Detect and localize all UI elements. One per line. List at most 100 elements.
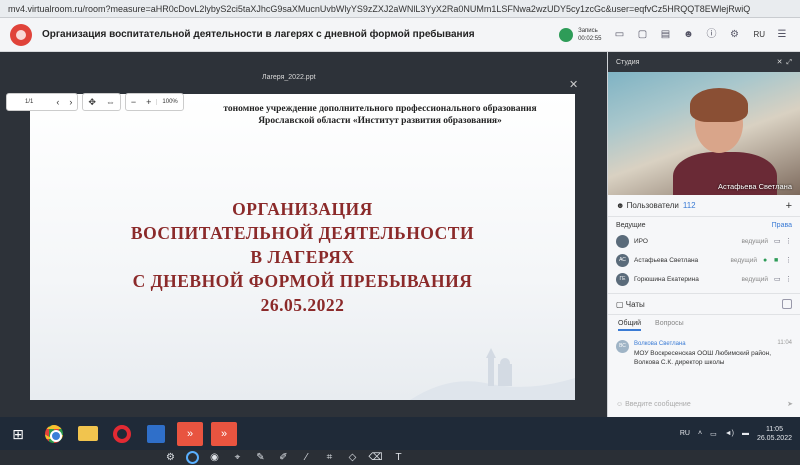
recording-label: Запись <box>578 27 598 34</box>
taskbar-chrome[interactable] <box>40 421 68 447</box>
mic-icon[interactable]: ● <box>763 257 770 264</box>
users-title: Пользователи <box>626 201 679 210</box>
video-feed[interactable]: Астафьева Светлана <box>608 72 800 195</box>
address-bar[interactable]: mv4.virtualroom.ru/room?measure=aHR0cDov… <box>0 0 800 18</box>
record-icon <box>559 27 574 42</box>
rights-link[interactable]: Права <box>772 222 792 229</box>
add-user-icon[interactable]: + <box>786 200 792 212</box>
tab-general[interactable]: Общий <box>618 320 642 331</box>
expand-icon[interactable]: ⤢ <box>786 59 792 66</box>
taskbar: ⊞ » » RU ˄ ▭ ◄) ▬ 11:05 26.05.2022 <box>0 417 800 450</box>
recording-time: 00:02:55 <box>578 35 602 42</box>
top-bar: Организация воспитательной деятельности … <box>0 18 800 52</box>
clock[interactable]: 11:05 26.05.2022 <box>757 425 792 443</box>
hamburger-menu-icon[interactable]: ☰ <box>776 29 788 40</box>
recording-indicator[interactable]: Запись 00:02:55 <box>559 27 601 43</box>
chat-icon[interactable]: ▢ <box>636 29 648 40</box>
hosts-section-label: Ведущие <box>616 222 646 229</box>
emoji-icon[interactable]: ☺ <box>616 401 625 408</box>
prev-slide-icon[interactable]: ‹ <box>51 97 64 107</box>
zoom-level: 100% <box>156 99 182 105</box>
user-row[interactable]: ГЕ Горюшина Екатерина ведущий ▭ ⋮ <box>608 270 800 289</box>
color-picker-icon[interactable] <box>186 451 199 464</box>
user-role: ведущий <box>730 257 757 264</box>
avatar: АС <box>616 254 629 267</box>
slide-title: ОРГАНИЗАЦИЯ ВОСПИТАТЕЛЬНОЙ ДЕЯТЕЛЬНОСТИ … <box>30 197 575 317</box>
taskbar-virtualroom[interactable]: » <box>176 421 204 447</box>
shape-icon[interactable]: ◇ <box>345 450 360 465</box>
chat-options-icon[interactable] <box>782 299 792 309</box>
message-text: МОУ Воскресенская ООШ Любимский район, В… <box>634 350 772 366</box>
institution-line-1: тономное учреждение дополнительного проф… <box>223 104 537 114</box>
layout-icon[interactable]: ▤ <box>659 29 671 40</box>
marker-icon[interactable]: ✐ <box>276 450 291 465</box>
move-icon[interactable]: ✥ <box>83 97 101 108</box>
clock-time: 11:05 <box>765 425 783 433</box>
fit-width-icon[interactable]: ⇔ <box>101 97 120 107</box>
user-row[interactable]: ИРО ведущий ▭ ⋮ <box>608 232 800 251</box>
settings-icon[interactable]: ⚙ <box>163 450 178 465</box>
slide-date: 26.05.2022 <box>260 295 345 315</box>
slide-title-line: С ДНЕВНОЙ ФОРМОЙ ПРЕБЫВАНИЯ <box>132 271 473 291</box>
camera-icon[interactable]: ■ <box>774 257 781 264</box>
slide-title-line: В ЛАГЕРЯХ <box>250 247 355 267</box>
users-icon[interactable]: ☻ <box>682 29 694 40</box>
more-icon[interactable]: ⋮ <box>785 257 792 264</box>
institution-line-2: Ярославской области «Институт развития о… <box>258 116 502 126</box>
eraser-icon[interactable]: ⌫ <box>368 450 383 465</box>
app-icon <box>147 424 165 443</box>
user-name: Горюшина Екатерина <box>634 276 699 283</box>
zoom-out-icon[interactable]: − <box>126 97 141 107</box>
user-row[interactable]: АС Астафьева Светлана ведущий ● ■ ⋮ <box>608 251 800 270</box>
pointer-icon[interactable]: ◉ <box>207 450 222 465</box>
chats-title: Чаты <box>625 299 645 309</box>
video-controls: ✕ ⤢ <box>777 58 792 67</box>
screen-icon[interactable]: ▭ <box>774 276 781 283</box>
avatar: ГЕ <box>616 273 629 286</box>
mic-off-icon[interactable]: ✕ <box>777 59 783 66</box>
more-icon[interactable]: ⋮ <box>785 238 792 245</box>
network-icon[interactable]: ▭ <box>710 430 717 438</box>
line-icon[interactable]: ⁄ <box>299 450 314 465</box>
user-name: ИРО <box>634 238 648 245</box>
zoom-in-icon[interactable]: + <box>141 97 156 107</box>
close-presentation-icon[interactable]: ✕ <box>569 78 578 91</box>
text-tool-icon[interactable]: T <box>391 450 406 465</box>
info-icon[interactable]: ⓘ <box>705 29 717 40</box>
battery-icon[interactable]: ▬ <box>742 430 749 437</box>
input-language[interactable]: RU <box>680 430 690 437</box>
crop-icon[interactable]: ⌗ <box>322 450 337 465</box>
slide-title-line: ВОСПИТАТЕЛЬНОЙ ДЕЯТЕЛЬНОСТИ <box>130 223 475 243</box>
taskbar-explorer[interactable] <box>74 421 102 447</box>
taskbar-virtualroom-2[interactable]: » <box>210 421 238 447</box>
more-icon[interactable]: ⋮ <box>785 276 792 283</box>
volume-icon[interactable]: ◄) <box>725 430 734 437</box>
screen-icon[interactable]: ▭ <box>774 238 781 245</box>
pen-icon[interactable]: ✎ <box>253 450 268 465</box>
users-icon: ☻ <box>616 201 627 210</box>
church-silhouette-decoration <box>410 348 575 400</box>
windows-start-icon[interactable]: ⊞ <box>8 424 28 444</box>
clock-date: 26.05.2022 <box>756 434 792 442</box>
page-counter: 1/1 <box>25 99 34 105</box>
virtualroom-icon: » <box>177 421 203 446</box>
system-tray: RU ˄ ▭ ◄) ▬ 11:05 26.05.2022 <box>680 425 800 443</box>
screen-share-icon[interactable]: ▭ <box>613 29 625 40</box>
message-author: Волкова Светлана <box>634 341 686 347</box>
folder-icon <box>78 426 98 441</box>
settings-icon[interactable]: ⚙ <box>728 29 740 40</box>
chat-input[interactable]: ☺ Введите сообщение ➤ <box>616 397 793 411</box>
chrome-icon <box>45 424 63 443</box>
message-time: 11:04 <box>777 340 792 346</box>
taskbar-app[interactable] <box>142 421 170 447</box>
tab-questions[interactable]: Вопросы <box>655 320 684 331</box>
send-icon[interactable]: ➤ <box>787 400 793 408</box>
language-selector[interactable]: RU <box>753 30 765 39</box>
user-role: ведущий <box>741 276 768 283</box>
cursor-icon[interactable]: ⌖ <box>230 450 245 465</box>
users-header: ☻ Пользователи 112 + <box>608 195 800 217</box>
tray-arrow-icon[interactable]: ˄ <box>698 430 702 437</box>
next-slide-icon[interactable]: › <box>64 97 77 107</box>
chat-message: ВС Волкова Светлана 11:04 МОУ Воскресенс… <box>608 335 800 372</box>
taskbar-opera[interactable] <box>108 421 136 447</box>
